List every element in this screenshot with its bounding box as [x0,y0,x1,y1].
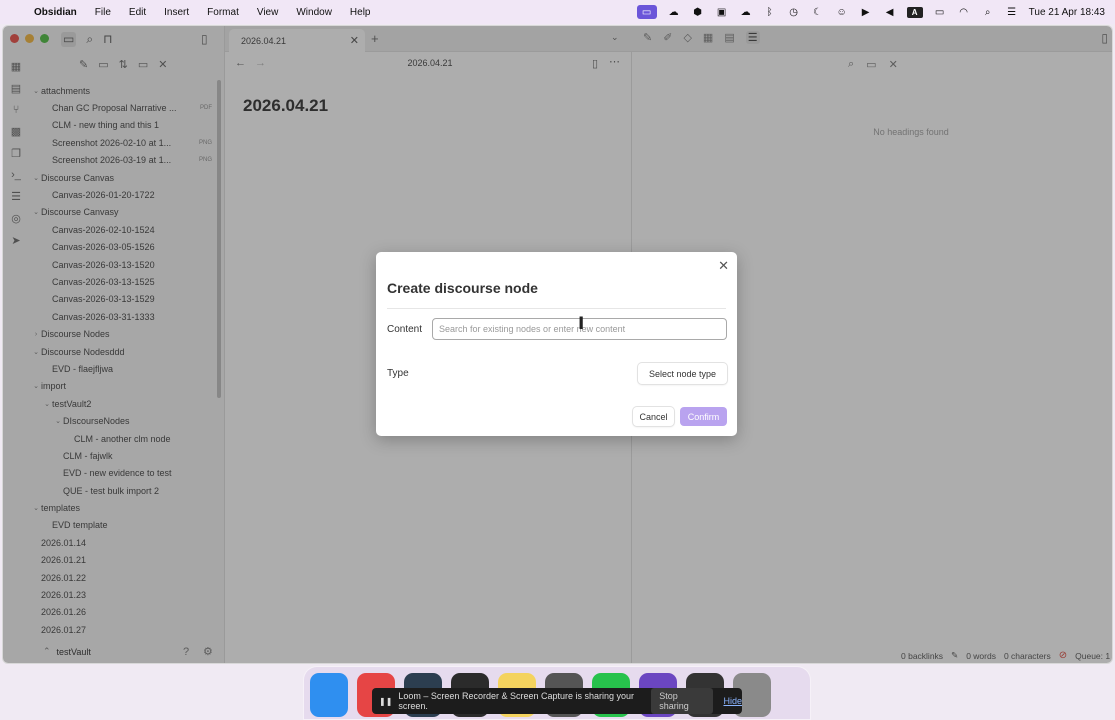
menubar-datetime[interactable]: Tue 21 Apr 18:43 [1029,7,1105,18]
dock-app-icon[interactable] [310,673,348,717]
volume-icon[interactable]: ◀ [883,6,897,18]
stop-sharing-button[interactable]: Stop sharing [651,688,714,714]
content-label: Content [387,324,423,335]
status-area: ▭ ☁ ⬢ ▣ ☁ ᛒ ◷ ☾ ☺ ▶ ◀ A ▭ ◠ ⌕ ☰ Tue 21 A… [636,0,1105,24]
screen-share-icon[interactable]: ▭ [636,5,657,19]
menu-app-name[interactable]: Obsidian [30,7,86,18]
modal-title: Create discourse node [387,280,538,296]
clock-icon[interactable]: ◷ [787,6,801,18]
bluetooth-icon[interactable]: ᛒ [763,6,777,18]
menu-window[interactable]: Window [287,7,341,18]
display-icon[interactable]: ▣ [715,6,729,18]
hide-link[interactable]: Hide [723,696,742,706]
menu-format[interactable]: Format [198,7,248,18]
screen-sharing-bar: ❚❚ Loom – Screen Recorder & Screen Captu… [372,688,742,714]
shield-icon[interactable]: ⬢ [691,6,705,18]
moon-icon[interactable]: ☾ [811,6,825,18]
macos-menubar: Obsidian File Edit Insert Format View Wi… [0,0,1115,24]
sharing-message: Loom – Screen Recorder & Screen Capture … [398,691,635,711]
menu-file[interactable]: File [86,7,120,18]
menu-insert[interactable]: Insert [155,7,198,18]
create-discourse-node-modal: ✕ Create discourse node Content Type Sel… [376,252,737,436]
confirm-button[interactable]: Confirm [680,407,727,426]
creative-cloud-icon[interactable]: ☁ [739,6,753,18]
close-icon[interactable]: ✕ [718,258,729,274]
meh-face-icon[interactable]: ☺ [835,6,849,18]
keyboard-input-icon[interactable]: A [906,6,923,18]
search-icon[interactable]: ⌕ [981,6,995,18]
text-cursor-icon: I [578,314,585,334]
control-center-icon[interactable]: ☰ [1005,6,1019,18]
node-type-dropdown[interactable]: Select node type [638,363,727,384]
menu-edit[interactable]: Edit [120,7,155,18]
divider [387,308,726,309]
cloud-icon[interactable]: ☁ [667,6,681,18]
cancel-button[interactable]: Cancel [633,407,674,426]
play-icon[interactable]: ▶ [859,6,873,18]
menu-help[interactable]: Help [341,7,380,18]
wifi-icon[interactable]: ◠ [957,6,971,18]
menu-view[interactable]: View [248,7,288,18]
type-label: Type [387,368,409,379]
battery-icon[interactable]: ▭ [933,6,947,18]
pause-icon[interactable]: ❚❚ [379,697,392,706]
